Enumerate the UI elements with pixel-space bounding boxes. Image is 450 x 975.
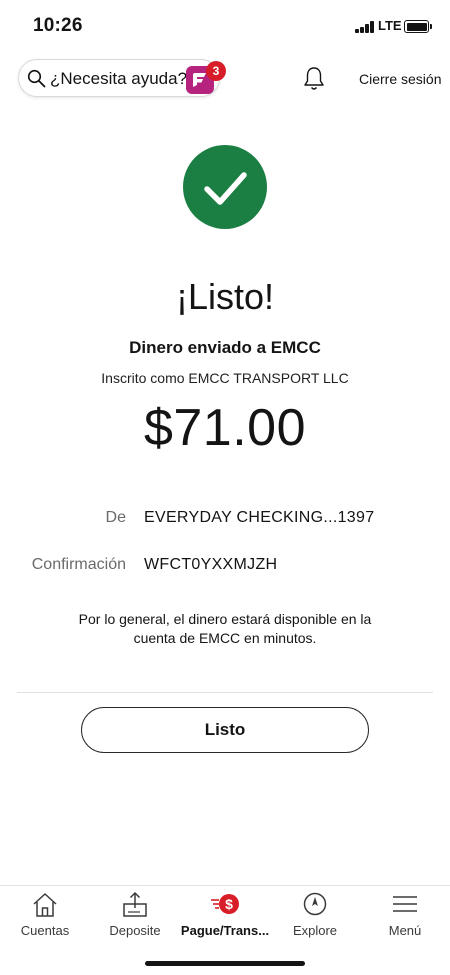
confirmation-label: Confirmación	[31, 556, 126, 573]
help-search-button[interactable]: ¿Necesita ayuda? 3	[18, 59, 226, 97]
signal-icon	[355, 21, 375, 33]
confirmation-number: WFCT0YXXMJZH	[144, 556, 278, 573]
pay-transfer-icon: $	[211, 894, 239, 914]
svg-text:$: $	[225, 896, 233, 912]
menu-icon	[393, 896, 417, 912]
nav-label-pay-transfer: Pague/Trans...	[180, 923, 270, 938]
nav-item-menu[interactable]: Menú	[360, 886, 450, 948]
nav-item-deposit[interactable]: Deposite	[90, 886, 180, 948]
nav-item-pay-transfer[interactable]: $ Pague/Trans...	[180, 886, 270, 948]
nav-label-accounts: Cuentas	[20, 923, 70, 938]
divider	[17, 692, 433, 693]
success-check-icon	[183, 145, 267, 229]
nav-label-deposit: Deposite	[109, 923, 161, 938]
network-type: LTE	[378, 18, 402, 33]
sign-out-link[interactable]: Cierre sesión	[359, 71, 441, 87]
amount-sent: $71.00	[143, 399, 307, 457]
notification-badge: 3	[206, 61, 226, 81]
nav-label-explore: Explore	[292, 923, 338, 938]
nav-label-menu: Menú	[388, 923, 422, 938]
done-button[interactable]: Listo	[81, 707, 369, 753]
from-account: EVERYDAY CHECKING...1397	[144, 509, 375, 526]
search-icon	[27, 69, 46, 88]
status-time: 10:26	[33, 15, 83, 36]
availability-note: Por lo general, el dinero estará disponi…	[0, 610, 450, 648]
home-indicator	[145, 961, 305, 966]
bell-icon[interactable]	[301, 65, 327, 92]
availability-note-text: Por lo general, el dinero estará disponi…	[78, 611, 372, 646]
from-label: De	[105, 509, 126, 526]
deposit-icon	[123, 891, 147, 917]
battery-icon	[404, 20, 432, 33]
status-bar: 10:26 LTE	[0, 0, 450, 52]
nav-item-accounts[interactable]: Cuentas	[0, 886, 90, 948]
nav-item-explore[interactable]: Explore	[270, 886, 360, 948]
page-title: ¡Listo!	[175, 276, 275, 317]
sent-heading: Dinero enviado a EMCC	[129, 338, 321, 357]
home-icon	[33, 893, 57, 917]
help-prompt-text: ¿Necesita ayuda?	[50, 69, 188, 88]
recipient-enrolled-name: Inscrito como EMCC TRANSPORT LLC	[101, 370, 349, 386]
compass-icon	[303, 892, 327, 916]
